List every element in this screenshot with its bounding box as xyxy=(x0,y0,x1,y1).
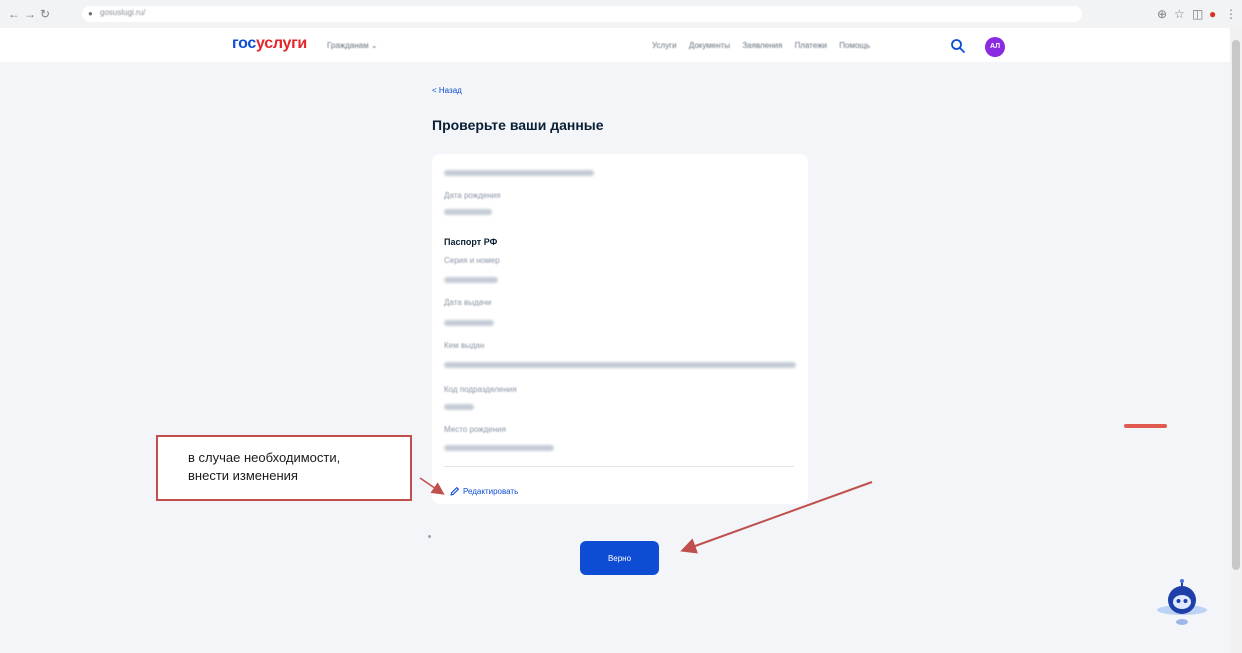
dot-marker xyxy=(428,535,431,538)
annotation-callout-text: в случае необходимости, внести изменения xyxy=(188,449,398,485)
birth-place-label: Место рождения xyxy=(444,425,506,434)
pencil-icon[interactable] xyxy=(450,486,460,496)
full-name-value xyxy=(444,170,594,176)
confirm-button[interactable]: Верно xyxy=(580,541,659,575)
user-avatar[interactable]: АЛ xyxy=(985,37,1005,57)
main-navigation: Услуги Документы Заявления Платежи Помощ… xyxy=(652,41,880,50)
back-arrow-icon[interactable]: ← xyxy=(8,7,20,21)
passport-number-label: Серия и номер xyxy=(444,256,500,265)
annotation-red-dash xyxy=(1124,424,1167,428)
back-link[interactable]: < Назад xyxy=(432,86,462,95)
birth-date-label: Дата рождения xyxy=(444,191,501,200)
nav-payments[interactable]: Платежи xyxy=(795,41,827,50)
issued-by-value xyxy=(444,362,796,368)
translate-icon[interactable]: ⊕ xyxy=(1157,7,1167,21)
card-divider xyxy=(444,466,794,467)
division-code-label: Код подразделения xyxy=(444,385,517,394)
search-icon[interactable] xyxy=(950,38,966,54)
site-header xyxy=(0,28,1230,62)
citizens-menu[interactable]: Гражданам ⌄ xyxy=(327,41,378,50)
gosuslugi-logo[interactable]: госуслуги xyxy=(232,35,307,53)
nav-documents[interactable]: Документы xyxy=(689,41,730,50)
extensions-icon[interactable]: ◫ xyxy=(1192,7,1203,21)
nav-help[interactable]: Помощь xyxy=(839,41,870,50)
forward-arrow-icon[interactable]: → xyxy=(24,7,36,21)
birth-place-value xyxy=(444,445,554,451)
nav-applications[interactable]: Заявления xyxy=(742,41,782,50)
edit-link[interactable]: Редактировать xyxy=(463,487,518,496)
logo-part-uslugi: услуги xyxy=(256,35,307,52)
browser-menu-icon[interactable]: ⋮ xyxy=(1225,7,1237,21)
issued-by-label: Кем выдан xyxy=(444,341,485,350)
page-title: Проверьте ваши данные xyxy=(432,117,604,133)
lock-icon: ● xyxy=(88,9,93,18)
callout-line-2: внести изменения xyxy=(188,468,298,483)
issue-date-value xyxy=(444,320,494,326)
birth-date-value xyxy=(444,209,492,215)
passport-section-title: Паспорт РФ xyxy=(444,237,498,247)
logo-part-gos: гос xyxy=(232,35,257,52)
address-bar[interactable] xyxy=(82,6,1082,22)
passport-number-value xyxy=(444,277,498,283)
bookmark-star-icon[interactable]: ☆ xyxy=(1174,7,1185,21)
issue-date-label: Дата выдачи xyxy=(444,298,492,307)
scrollbar-thumb[interactable] xyxy=(1232,40,1240,570)
reload-icon[interactable]: ↻ xyxy=(40,7,50,21)
address-bar-url: gosuslugi.ru/ xyxy=(100,8,146,17)
robot-assistant-icon[interactable] xyxy=(1152,578,1212,630)
profile-extension-icon[interactable]: ● xyxy=(1209,7,1216,21)
nav-services[interactable]: Услуги xyxy=(652,41,677,50)
personal-data-card xyxy=(432,154,808,504)
division-code-value xyxy=(444,404,474,410)
callout-line-1: в случае необходимости, xyxy=(188,450,341,465)
